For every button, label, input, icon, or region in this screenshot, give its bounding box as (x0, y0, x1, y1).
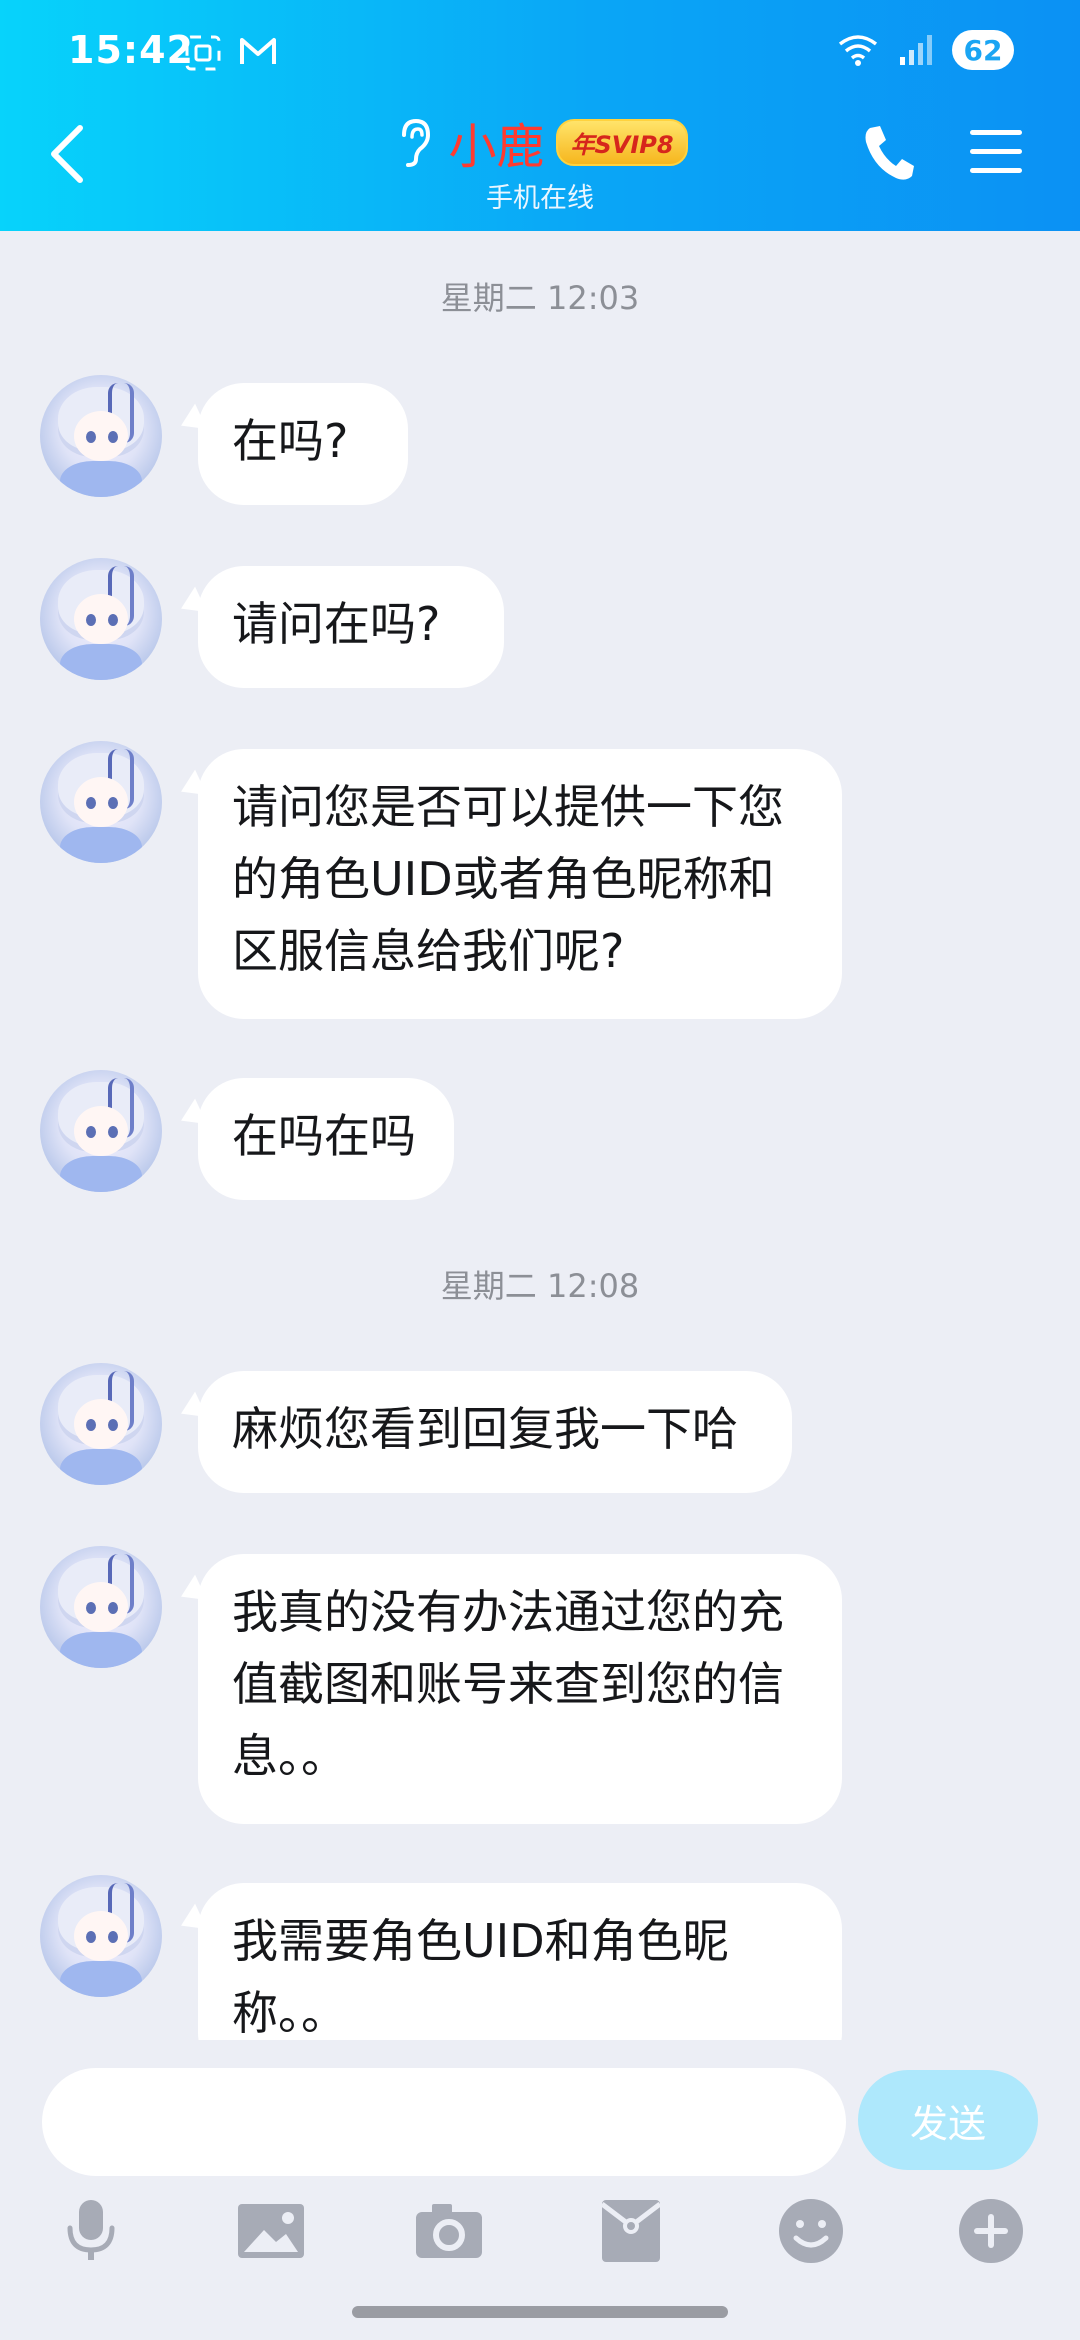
timestamp: 星期二 12:08 (440, 1267, 640, 1305)
avatar[interactable] (40, 375, 162, 497)
composer-toolbar (0, 2196, 1080, 2276)
home-indicator[interactable] (352, 2306, 728, 2318)
message-line: 区服信息给我们呢? (232, 924, 625, 978)
menu-icon[interactable] (968, 126, 1024, 178)
avatar[interactable] (40, 558, 162, 680)
message-text: 请问在吗? (232, 597, 441, 651)
message-bubble[interactable]: 在吗? (198, 383, 408, 505)
gmail-icon (240, 38, 276, 64)
send-button[interactable]: 发送 (858, 2070, 1038, 2170)
message-line: 称。。 (232, 1986, 347, 2040)
avatar[interactable] (40, 1546, 162, 1668)
online-status: 手机在线 (486, 183, 594, 214)
message-bubble[interactable]: 请问在吗? (198, 566, 504, 688)
status-icons-left (184, 34, 278, 72)
avatar[interactable] (40, 741, 162, 863)
message-text: 在吗? (232, 414, 349, 468)
vip-badge: 年SVIP8 (556, 118, 688, 166)
message-line: 值截图和账号来查到您的信 (232, 1657, 784, 1711)
status-icons-right: 62 (836, 30, 1014, 70)
contact-name: 小鹿 (448, 119, 545, 175)
red-packet-icon[interactable] (596, 2196, 666, 2266)
message-bubble[interactable]: 请问您是否可以提供一下您 的角色UID或者角色昵称和 区服信息给我们呢? (198, 749, 842, 1019)
image-icon[interactable] (236, 2196, 306, 2266)
avatar[interactable] (40, 1875, 162, 1997)
title-row[interactable]: 小鹿 年SVIP8 (392, 110, 688, 175)
message-line: 我需要角色UID和角色昵 (232, 1914, 729, 1968)
message-line: 的角色UID或者角色昵称和 (232, 852, 775, 906)
message-text: 麻烦您看到回复我一下哈 (232, 1402, 738, 1456)
microphone-icon[interactable] (56, 2196, 126, 2266)
timestamp: 星期二 12:03 (440, 279, 640, 317)
camera-icon[interactable] (414, 2196, 484, 2266)
composer: 发送 (0, 2040, 1080, 2340)
wifi-icon (838, 35, 878, 66)
message-bubble[interactable]: 在吗在吗 (198, 1078, 454, 1200)
chat-header: 15:42 62 小鹿 年SVIP8 手机在线 (0, 0, 1080, 231)
battery-icon: 62 (952, 30, 1014, 70)
ear-icon (402, 118, 431, 167)
message-list[interactable]: 星期二 12:03 在吗? 请问在吗? 请问您是否可以提供一下您 的角色UID或… (0, 231, 1080, 2040)
message-bubble[interactable]: 我需要角色UID和角色昵 称。。 (198, 1883, 842, 2040)
message-line: 我真的没有办法通过您的充 (232, 1585, 784, 1639)
screenshot-icon (185, 35, 221, 71)
message-bubble[interactable]: 我真的没有办法通过您的充 值截图和账号来查到您的信 息。。 (198, 1554, 842, 1824)
status-time: 15:42 (68, 28, 194, 72)
message-input[interactable] (42, 2068, 846, 2176)
title-block: 小鹿 年SVIP8 手机在线 (0, 110, 1080, 215)
message-line: 请问您是否可以提供一下您 (232, 780, 784, 834)
signal-icon (900, 35, 932, 65)
message-text: 在吗在吗 (232, 1109, 416, 1163)
phone-icon[interactable] (860, 122, 916, 182)
message-line: 息。。 (232, 1729, 347, 1783)
emoji-icon[interactable] (776, 2196, 846, 2266)
message-bubble[interactable]: 麻烦您看到回复我一下哈 (198, 1371, 792, 1493)
status-bar: 15:42 62 (0, 0, 1080, 105)
avatar[interactable] (40, 1363, 162, 1485)
avatar[interactable] (40, 1070, 162, 1192)
plus-icon[interactable] (956, 2196, 1026, 2266)
